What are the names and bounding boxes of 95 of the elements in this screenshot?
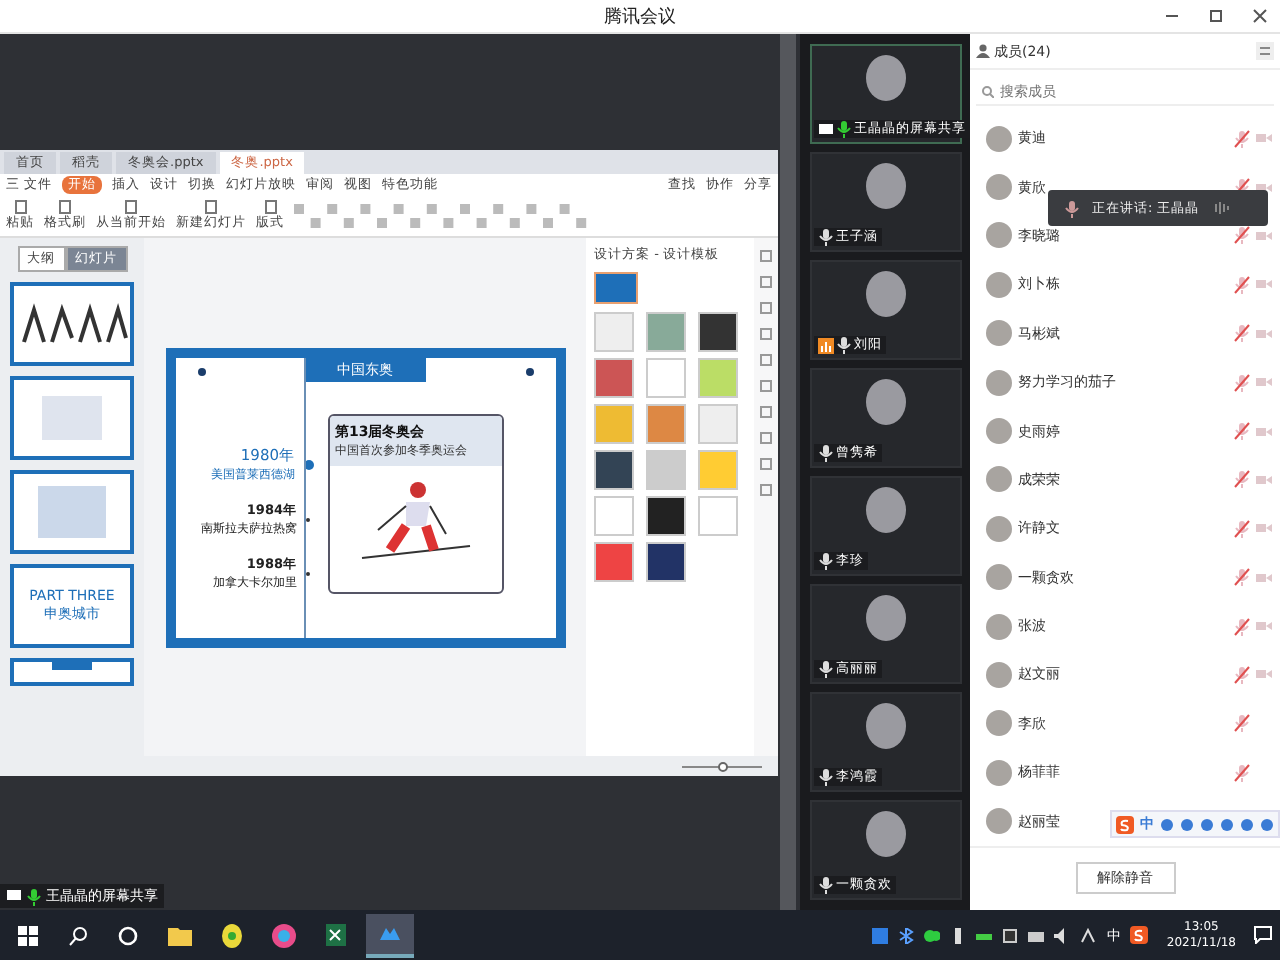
template-thumbnail[interactable] (594, 404, 634, 444)
avatar-circle (864, 270, 908, 318)
microphone-icon (26, 887, 42, 905)
document-icon (204, 200, 218, 214)
slide-thumbnail[interactable] (10, 282, 134, 366)
screen-share-icon (6, 888, 22, 904)
notification-icon[interactable] (1254, 926, 1272, 944)
avatar-circle (864, 702, 908, 750)
template-thumbnail[interactable] (646, 542, 686, 582)
template-thumbnail[interactable] (698, 312, 738, 352)
template-thumbnail[interactable] (698, 496, 738, 536)
tool-icon[interactable] (760, 250, 772, 262)
avatar-circle (986, 418, 1012, 445)
tool-icon[interactable] (760, 432, 772, 444)
avatar-circle (986, 271, 1012, 298)
template-thumbnail[interactable] (698, 404, 738, 444)
avatar-circle (986, 808, 1012, 835)
scrollbar[interactable] (780, 34, 796, 910)
tool-icon[interactable] (760, 276, 772, 288)
avatar-circle (986, 564, 1012, 591)
search-icon (982, 85, 994, 97)
chat-bubbles-icon[interactable] (924, 927, 941, 943)
template-thumbnail[interactable] (646, 450, 686, 490)
avatar-circle (986, 759, 1012, 786)
avatar-circle (986, 613, 1012, 640)
avatar-circle (986, 710, 1012, 737)
template-thumbnail[interactable] (646, 496, 686, 536)
avatar-circle (864, 594, 908, 642)
avatar-circle (986, 125, 1012, 152)
tool-icon[interactable] (760, 458, 772, 470)
template-thumbnail[interactable] (594, 496, 634, 536)
tool-icon[interactable] (760, 484, 772, 496)
sound-wave-icon (1210, 200, 1235, 216)
template-thumbnail[interactable] (594, 542, 634, 582)
tool-icon[interactable] (760, 328, 772, 340)
template-thumbnail[interactable] (594, 450, 634, 490)
slide-thumbnail[interactable] (10, 658, 134, 686)
slide-thumbnail[interactable] (10, 376, 134, 460)
ime-logo-icon[interactable] (1130, 926, 1149, 944)
document-icon (263, 200, 277, 214)
slide-header-bar (52, 662, 92, 670)
microphone-icon (836, 120, 852, 138)
template-thumbnail[interactable] (646, 358, 686, 398)
microphone-icon (818, 228, 834, 246)
microphone-icon (1064, 199, 1080, 217)
document-icon (124, 200, 138, 214)
microphone-icon (818, 660, 834, 678)
skier-figures-drawing (16, 302, 128, 346)
avatar-circle (986, 661, 1012, 688)
window-title: 腾讯会议 (604, 5, 676, 29)
avatar-circle (864, 810, 908, 858)
avatar-circle (864, 54, 908, 102)
slide-thumbnail[interactable] (10, 470, 134, 554)
photo-placeholder (42, 396, 102, 440)
template-thumbnail[interactable] (646, 312, 686, 352)
caret-icon[interactable] (1080, 927, 1097, 943)
avatar-circle (986, 320, 1012, 347)
tool-icon[interactable] (760, 354, 772, 366)
usb-icon[interactable] (950, 927, 967, 943)
menu-icon[interactable] (1256, 42, 1274, 60)
avatar-circle (986, 222, 1012, 249)
template-thumbnail[interactable] (594, 272, 638, 304)
template-thumbnail[interactable] (594, 358, 634, 398)
avatar-circle (864, 486, 908, 534)
microphone-icon (818, 444, 834, 462)
microphone-icon (818, 876, 834, 894)
restore-icon[interactable] (1208, 8, 1224, 24)
avatar-circle (986, 369, 1012, 396)
decor-dot (525, 367, 533, 375)
avatar-circle (986, 466, 1012, 493)
tool-icon[interactable] (760, 380, 772, 392)
template-thumbnail[interactable] (698, 358, 738, 398)
microphone-icon (818, 552, 834, 570)
template-thumbnail[interactable] (646, 404, 686, 444)
microphone-icon (818, 768, 834, 786)
template-thumbnail[interactable] (698, 450, 738, 490)
microphone-icon (836, 336, 852, 354)
bluetooth-icon[interactable] (898, 927, 915, 943)
avatar-circle (864, 162, 908, 210)
table-drawing (38, 486, 106, 538)
tool-icon[interactable] (760, 302, 772, 314)
template-thumbnail[interactable] (594, 312, 634, 352)
square-tray-icon[interactable] (1002, 927, 1019, 943)
document-icon (13, 200, 27, 214)
decor-dot (197, 367, 205, 375)
document-icon (58, 200, 72, 214)
person-icon (976, 44, 990, 58)
display-icon[interactable] (1028, 927, 1045, 943)
avatar-circle (864, 378, 908, 426)
tool-icon[interactable] (760, 406, 772, 418)
close-icon[interactable] (1252, 8, 1268, 24)
camera-icon[interactable] (1256, 181, 1272, 194)
avatar-circle (986, 515, 1012, 542)
avatar-circle (986, 174, 1012, 201)
zoom-slider-thumb[interactable] (717, 761, 727, 771)
